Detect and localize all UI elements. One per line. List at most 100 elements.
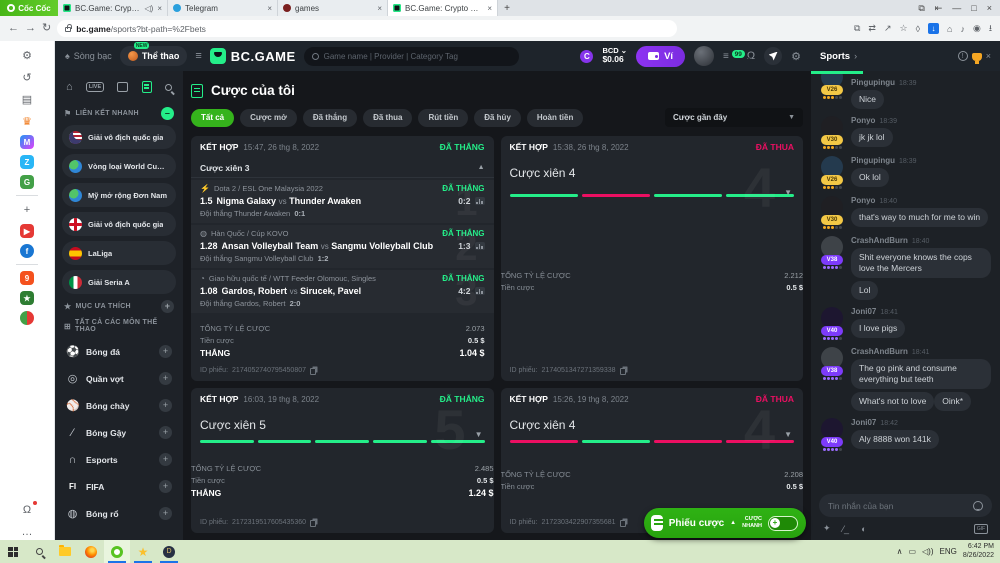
sidebar-item-cricket[interactable]: ∕Bóng Gậy+ xyxy=(62,419,176,446)
copy-icon[interactable] xyxy=(310,368,316,375)
hidden-icons-chevron[interactable]: ∧ xyxy=(897,547,903,556)
casino-nav-link[interactable]: ♠Sòng bạc xyxy=(65,51,112,61)
downloads-tray-icon[interactable]: ⭳ xyxy=(989,21,992,37)
menu-toggle-icon[interactable]: ≡ xyxy=(195,50,201,62)
settings-icon[interactable]: ⚙ xyxy=(791,50,801,63)
star-app-button[interactable]: ★ xyxy=(130,540,156,563)
settings-gear-icon[interactable]: ⚙ xyxy=(19,47,35,63)
chat-input[interactable]: Tin nhắn của bạn xyxy=(819,494,992,517)
username[interactable]: Pingupingu xyxy=(851,78,895,87)
coccoc-brand-button[interactable]: Cốc Cốc xyxy=(0,0,58,16)
username[interactable]: Ponyo xyxy=(851,196,875,205)
wallet-button[interactable]: Ví xyxy=(636,46,685,67)
filter-refund[interactable]: Hoàn tiền xyxy=(527,109,583,127)
chat-room-label[interactable]: Sports xyxy=(820,51,850,62)
download-manager-icon[interactable]: ↓ xyxy=(928,23,939,34)
filter-lost[interactable]: Đã thua xyxy=(363,109,412,127)
media-icon[interactable]: ♪ xyxy=(960,24,965,34)
lock-icon[interactable] xyxy=(65,27,71,32)
profile-icon[interactable]: ◉ xyxy=(973,23,981,34)
bcd-coin-icon[interactable]: C xyxy=(580,50,593,63)
game-search-input[interactable]: Game name | Provider | Category Tag xyxy=(304,47,519,66)
bcgame-logo[interactable]: BC.GAME xyxy=(210,48,296,64)
lottery-app-icon[interactable]: ★ xyxy=(20,291,34,305)
tab-close-icon[interactable]: × xyxy=(267,4,272,13)
my-bets-icon[interactable] xyxy=(142,81,152,93)
username[interactable]: Joni07 xyxy=(851,418,876,427)
quick-bet-toggle[interactable] xyxy=(768,516,798,531)
tab-close-icon[interactable]: × xyxy=(487,4,492,13)
clock[interactable]: 6:42 PM8/26/2022 xyxy=(963,543,994,561)
tab-bcgame-2-active[interactable]: BC.Game: Crypto Casino Gan× xyxy=(388,0,498,16)
reload-button[interactable]: ↻ xyxy=(42,23,51,34)
gif-keyboard-icon[interactable]: GIF xyxy=(974,524,988,534)
tab-telegram[interactable]: Telegram× xyxy=(168,0,278,16)
chevron-down-icon[interactable]: ▼ xyxy=(784,430,792,439)
chevron-down-icon[interactable]: ▼ xyxy=(475,430,483,439)
profile-menu-icon[interactable]: ≡ xyxy=(723,51,729,62)
live-tab[interactable]: LIVE xyxy=(86,82,104,92)
network-icon[interactable]: ▭ xyxy=(908,547,916,556)
quick-link-item[interactable]: LaLiga xyxy=(62,241,176,265)
filter-cancelled[interactable]: Đã hủy xyxy=(474,109,521,127)
bet-card-2[interactable]: KẾT HỢP15:38, 26 thg 8, 2022ĐÃ THUA Cược… xyxy=(501,136,804,381)
bookmark-star-icon[interactable]: ☆ xyxy=(900,23,908,34)
username[interactable]: Ponyo xyxy=(851,116,875,125)
url-field[interactable]: bc.game/sports?bt-path=%2Fbets xyxy=(57,20,677,37)
expand-button[interactable]: + xyxy=(159,345,172,358)
sidebar-item-tennis[interactable]: ◎Quần vợt+ xyxy=(62,365,176,392)
taskbar-search-button[interactable] xyxy=(26,540,52,563)
filter-all[interactable]: Tất cả xyxy=(191,109,234,127)
games-icon[interactable]: G xyxy=(20,175,34,189)
tab-close-icon[interactable]: × xyxy=(377,4,382,13)
filter-cashout[interactable]: Rút tiền xyxy=(418,109,468,127)
expand-button[interactable]: + xyxy=(159,399,172,412)
history-icon[interactable]: ↺ xyxy=(19,69,35,85)
expand-button[interactable]: + xyxy=(159,507,172,520)
tab-close-icon[interactable]: × xyxy=(157,4,162,13)
sidebar-search-icon[interactable] xyxy=(165,84,172,91)
betslip-button[interactable]: Phiếu cược ▲ CƯỢCNHANH xyxy=(644,508,806,538)
bet-collapse-row[interactable]: Cược xiên 3▲ xyxy=(191,158,494,178)
zalo-icon[interactable]: Z xyxy=(20,155,34,169)
tab-audio-icon[interactable]: ◁) xyxy=(145,4,154,13)
volume-icon[interactable]: ◁)) xyxy=(922,547,933,556)
dark-app-button[interactable]: D xyxy=(156,540,182,563)
sports-nav-pill[interactable]: NEWThể thao xyxy=(120,46,188,66)
tab-bcgame-1[interactable]: BC.Game: Crypto Casino◁)× xyxy=(58,0,168,16)
quick-link-item[interactable]: Giải vô địch quốc gia xyxy=(62,125,176,149)
expand-button[interactable]: + xyxy=(159,453,172,466)
quick-link-item[interactable]: Vòng loại World Cup, châu Âu xyxy=(62,154,176,178)
forward-button[interactable]: → xyxy=(25,23,36,34)
moderation-icon[interactable]: ◐ xyxy=(861,524,866,534)
back-button[interactable]: ← xyxy=(8,23,19,34)
share-icon[interactable]: ⧉ xyxy=(854,23,860,34)
chevron-down-icon[interactable]: ▼ xyxy=(784,188,792,197)
newsfeed-icon[interactable]: ▤ xyxy=(19,91,35,107)
copy-icon[interactable] xyxy=(620,368,626,375)
chat-toggle-button[interactable] xyxy=(764,47,782,65)
emoji-icon[interactable] xyxy=(973,501,983,511)
translate-icon[interactable]: ⇄ xyxy=(868,23,876,34)
shop-app-icon[interactable]: 9 xyxy=(20,271,34,285)
home-icon[interactable]: ⌂ xyxy=(66,81,73,93)
extensions-icon[interactable]: ⌂ xyxy=(947,24,952,34)
coin-rain-icon[interactable]: ✦ xyxy=(823,523,831,534)
expand-button[interactable]: + xyxy=(159,372,172,385)
sort-dropdown[interactable]: Cược gần đây▼ xyxy=(665,108,803,127)
expand-button[interactable]: + xyxy=(159,480,172,493)
expand-button[interactable]: + xyxy=(159,426,172,439)
maximize-button[interactable]: □ xyxy=(971,3,976,13)
add-favorite-button[interactable]: + xyxy=(161,300,174,313)
copy-icon[interactable] xyxy=(620,520,626,527)
return-to-tab-icon[interactable]: ⇤ xyxy=(935,3,943,14)
add-shortcut-icon[interactable]: + xyxy=(19,202,35,218)
collapse-button[interactable]: – xyxy=(161,107,174,120)
sidebar-item-fifa[interactable]: FIFIFA+ xyxy=(62,473,176,500)
filter-open[interactable]: Cược mở xyxy=(240,109,297,127)
chat-close-icon[interactable]: × xyxy=(986,51,991,61)
chevron-right-icon[interactable]: › xyxy=(854,51,857,61)
username[interactable]: Joni07 xyxy=(851,307,876,316)
sidebar-item-baseball[interactable]: ⚾Bóng chày+ xyxy=(62,392,176,419)
chat-rules-icon[interactable]: ⁄_ xyxy=(843,524,850,534)
